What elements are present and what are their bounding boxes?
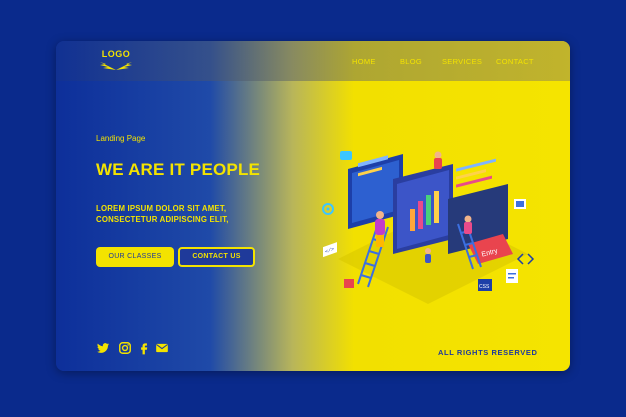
nav-blog[interactable]: BLOG (400, 57, 422, 66)
logo-wings-icon (100, 62, 132, 70)
logo-text: LOGO (101, 49, 131, 59)
mail-icon[interactable] (155, 341, 169, 355)
instagram-icon[interactable] (118, 341, 132, 355)
hero-body-line-2: CONSECTETUR ADIPISCING ELIT, (96, 215, 229, 224)
it-people-illustration: Entry </> CSS (322, 151, 535, 304)
hero-title: WE ARE IT PEOPLE (96, 160, 261, 179)
css-tag-icon: CSS (478, 279, 492, 291)
anchor-icon (344, 279, 354, 288)
person-right (464, 215, 472, 234)
landing-card: LOGO HOME BLOG SERVICES CONTACT Landing … (56, 41, 570, 371)
doc-icon (506, 269, 518, 283)
logo[interactable]: LOGO (96, 49, 136, 75)
facebook-icon[interactable] (137, 341, 151, 355)
all-rights-reserved: ALL RIGHTS RESERVED (438, 348, 538, 357)
nav-services[interactable]: SERVICES (442, 57, 482, 66)
floating-code-icon: </> (323, 242, 337, 258)
our-classes-button[interactable]: OUR CLASSES (96, 247, 174, 267)
css-label: CSS (479, 284, 490, 290)
person-left (375, 211, 385, 247)
twitter-icon[interactable] (96, 341, 110, 355)
hero-body-line-1: LOREM IPSUM DOLOR SIT AMET, (96, 204, 227, 213)
gear-icon (322, 203, 334, 215)
person-top (434, 151, 442, 169)
center-monitor (393, 164, 453, 254)
nav-home[interactable]: HOME (352, 57, 376, 66)
contact-us-button[interactable]: CONTACT US (178, 247, 255, 267)
image-icon (514, 199, 526, 209)
person-center (425, 248, 431, 263)
hero-body: LOREM IPSUM DOLOR SIT AMET, CONSECTETUR … (96, 203, 229, 225)
hero-subtitle: Landing Page (96, 134, 146, 143)
nav-contact[interactable]: CONTACT (496, 57, 534, 66)
chat-icon (340, 151, 352, 160)
